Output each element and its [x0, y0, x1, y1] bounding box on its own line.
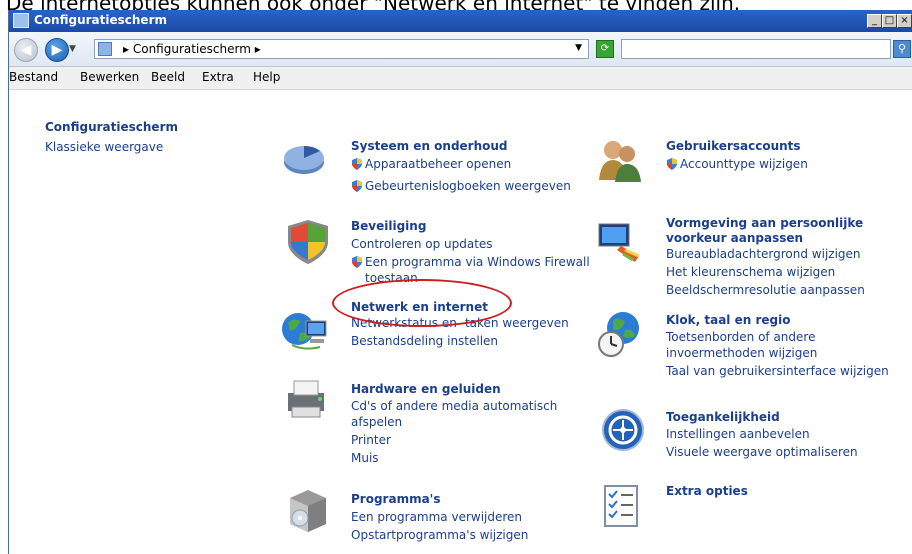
network-globe-icon[interactable] — [280, 305, 328, 353]
close-button[interactable]: × — [897, 14, 912, 28]
color-scheme-link[interactable]: Het kleurenschema wijzigen — [666, 265, 835, 280]
maximize-button[interactable]: □ — [882, 14, 897, 28]
keyboards-link[interactable]: Toetsenborden of andere — [666, 330, 815, 345]
menu-bar: Bestand Bewerken Beeld Extra Help — [9, 67, 912, 90]
address-dropdown-icon[interactable]: ▼ — [575, 43, 582, 53]
history-dropdown-icon[interactable]: ▼ — [69, 44, 76, 54]
category-users-title[interactable]: Gebruikersaccounts — [666, 139, 801, 154]
event-logs-link[interactable]: Gebeurtenislogboeken weergeven — [351, 179, 571, 194]
content-area: Configuratiescherm Klassieke weergave Sy… — [9, 90, 912, 554]
menu-help[interactable]: Help — [253, 70, 280, 84]
navigation-bar: ◀ ▶ ▼ ▸ Configuratiescherm ▸ ▼ ⟳ ⚲ — [9, 32, 912, 67]
file-sharing-link[interactable]: Bestandsdeling instellen — [351, 334, 498, 349]
ui-language-link[interactable]: Taal van gebruikersinterface wijzigen — [666, 364, 889, 379]
refresh-button[interactable]: ⟳ — [596, 40, 614, 58]
printer-icon[interactable] — [282, 375, 330, 423]
address-folder-icon — [98, 42, 112, 56]
forward-button[interactable]: ▶ — [45, 38, 69, 62]
menu-bestand[interactable]: Bestand — [9, 70, 58, 84]
startup-programs-link[interactable]: Opstartprogramma's wijzigen — [351, 528, 528, 543]
security-shield-icon[interactable] — [284, 218, 332, 266]
sidebar-title[interactable]: Configuratiescherm — [45, 120, 178, 134]
control-panel-window: Configuratiescherm _ □ × ◀ ▶ ▼ ▸ Configu… — [8, 10, 912, 554]
category-extra-title[interactable]: Extra opties — [666, 484, 748, 499]
category-accessibility-title[interactable]: Toegankelijkheid — [666, 410, 780, 425]
pie-chart-icon[interactable] — [280, 134, 328, 182]
category-appearance-title[interactable]: Vormgeving aan persoonlijke voorkeur aanp… — [666, 216, 863, 246]
category-system-title[interactable]: Systeem en onderhoud — [351, 139, 508, 154]
device-manager-link[interactable]: Apparaatbeheer openen — [351, 157, 511, 172]
window-title: Configuratiescherm — [34, 13, 167, 27]
mouse-link[interactable]: Muis — [351, 451, 379, 466]
account-type-link[interactable]: Accounttype wijzigen — [666, 157, 808, 172]
title-bar[interactable]: Configuratiescherm _ □ × — [9, 10, 912, 32]
display-brush-icon[interactable] — [595, 216, 643, 264]
search-input[interactable] — [621, 39, 891, 59]
firewall-allow-link[interactable]: Een programma via Windows Firewall — [351, 255, 590, 270]
printer-link[interactable]: Printer — [351, 433, 391, 448]
check-updates-link[interactable]: Controleren op updates — [351, 237, 493, 252]
recommend-settings-link[interactable]: Instellingen aanbevelen — [666, 427, 810, 442]
category-security-title[interactable]: Beveiliging — [351, 219, 426, 234]
optimize-display-link[interactable]: Visuele weergave optimaliseren — [666, 445, 858, 460]
back-button[interactable]: ◀ — [14, 38, 38, 62]
category-hardware-title[interactable]: Hardware en geluiden — [351, 382, 501, 397]
minimize-button[interactable]: _ — [867, 14, 882, 28]
uac-shield-icon — [352, 158, 362, 170]
menu-bewerken[interactable]: Bewerken — [80, 70, 139, 84]
address-bar[interactable]: ▸ Configuratiescherm ▸ ▼ — [94, 39, 589, 59]
search-icon[interactable]: ⚲ — [893, 40, 911, 58]
address-text: ▸ Configuratiescherm ▸ — [123, 42, 261, 56]
checklist-icon[interactable] — [597, 482, 645, 530]
classic-view-link[interactable]: Klassieke weergave — [45, 140, 163, 154]
programs-box-icon[interactable] — [284, 486, 332, 534]
users-icon[interactable] — [595, 136, 643, 184]
autoplay-link[interactable]: Cd's of andere media automatisch — [351, 399, 557, 414]
desktop-background-link[interactable]: Bureaubladachtergrond wijzigen — [666, 247, 861, 262]
uninstall-link[interactable]: Een programma verwijderen — [351, 510, 522, 525]
accessibility-icon[interactable] — [599, 406, 647, 454]
keyboards-link-cont[interactable]: invoermethoden wijzigen — [666, 346, 817, 361]
uac-shield-icon — [352, 180, 362, 192]
autoplay-link-cont[interactable]: afspelen — [351, 415, 402, 430]
menu-extra[interactable]: Extra — [202, 70, 234, 84]
uac-shield-icon — [352, 256, 362, 268]
menu-beeld[interactable]: Beeld — [151, 70, 185, 84]
uac-shield-icon — [667, 158, 677, 170]
category-clock-title[interactable]: Klok, taal en regio — [666, 313, 790, 328]
highlight-circle — [332, 279, 512, 327]
screen-resolution-link[interactable]: Beeldschermresolutie aanpassen — [666, 283, 865, 298]
globe-clock-icon[interactable] — [595, 310, 643, 358]
category-programs-title[interactable]: Programma's — [351, 492, 440, 507]
control-panel-icon — [13, 13, 29, 28]
